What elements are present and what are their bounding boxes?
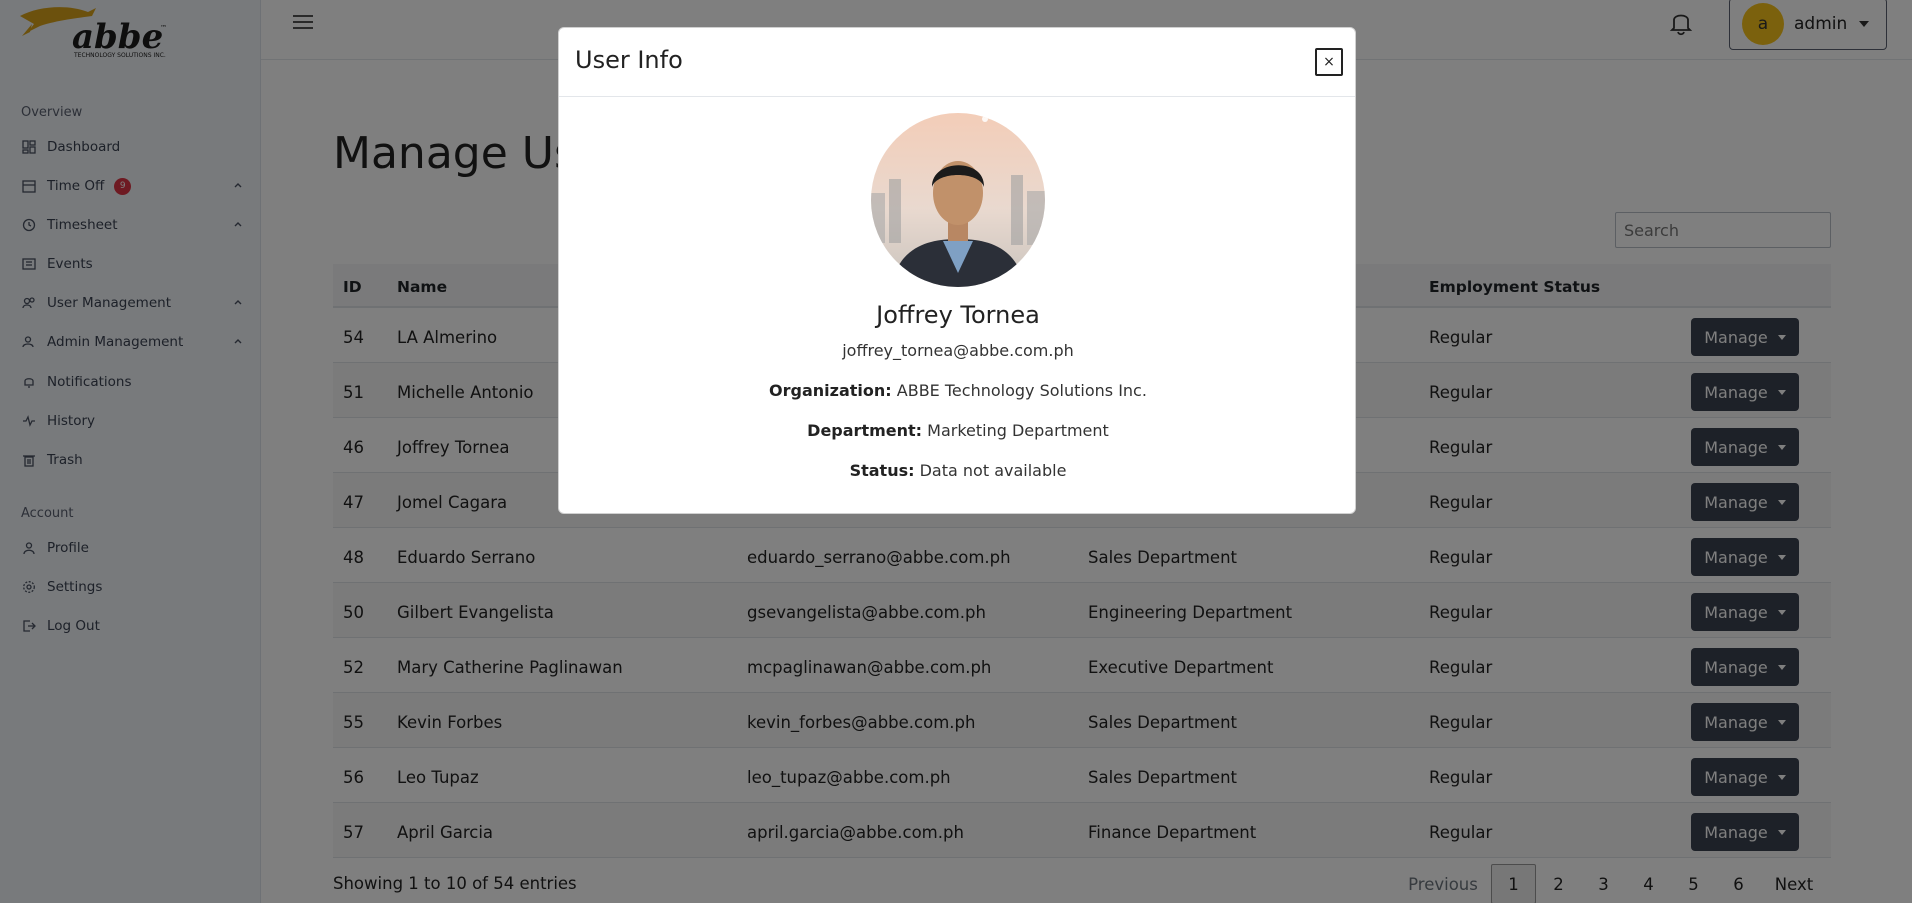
modal-title: User Info [575,46,683,74]
modal-header: User Info × [559,28,1355,97]
department-value: Marketing Department [927,421,1109,440]
organization-value: ABBE Technology Solutions Inc. [896,381,1147,400]
organization-line: Organization: ABBE Technology Solutions … [559,381,1357,400]
close-button[interactable]: × [1315,48,1343,76]
profile-name: Joffrey Tornea [876,301,1040,329]
status-line: Status: Data not available [559,461,1357,480]
status-label: Status: [849,461,915,480]
organization-label: Organization: [769,381,892,400]
user-info-modal: User Info × Joffrey Tornea joffrey_torne… [558,27,1356,514]
status-value: Data not available [919,461,1067,480]
profile-photo [871,113,1045,287]
department-line: Department: Marketing Department [559,421,1357,440]
department-label: Department: [807,421,923,440]
profile-email: joffrey_tornea@abbe.com.ph [842,341,1074,360]
